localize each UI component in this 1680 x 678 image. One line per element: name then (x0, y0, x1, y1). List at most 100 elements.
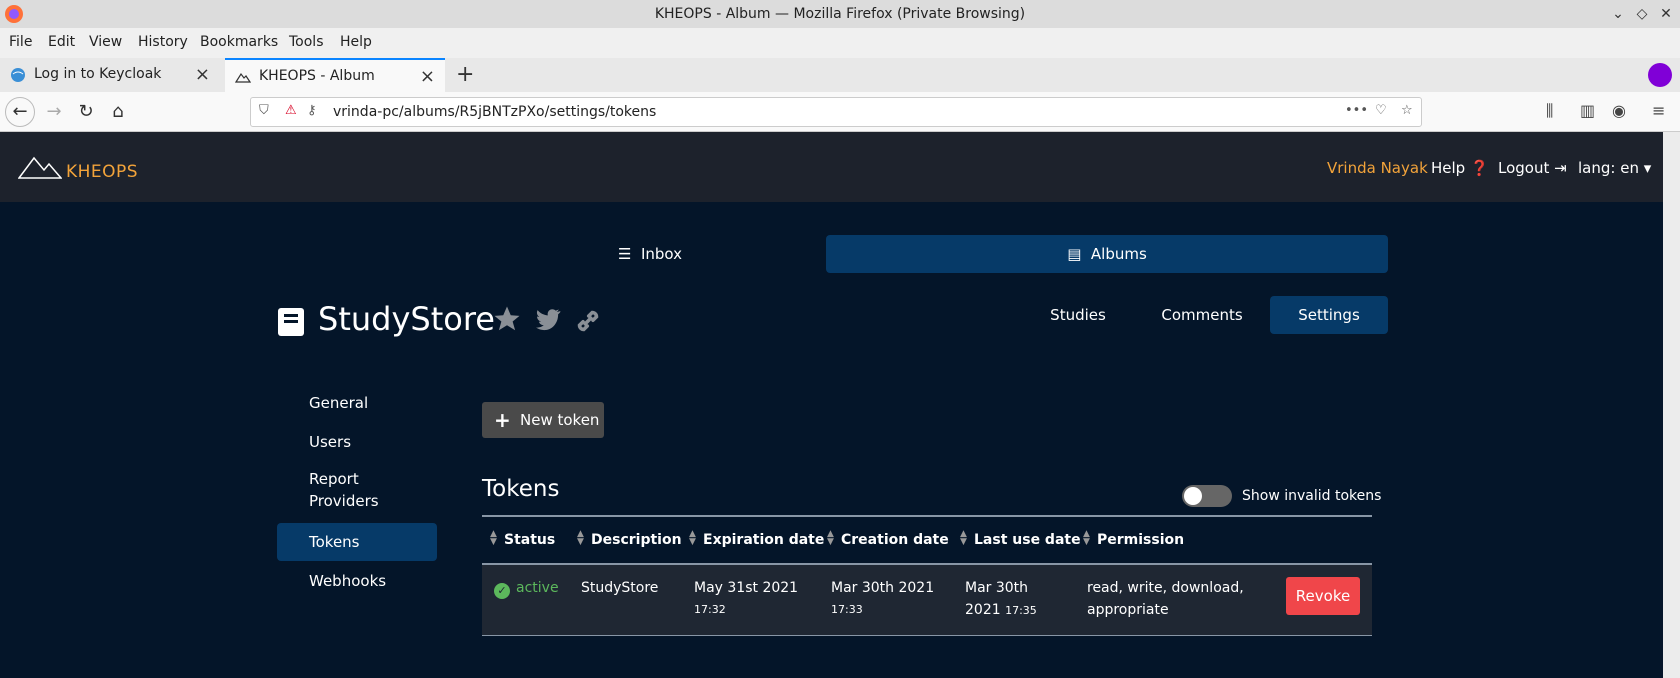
new-tab-icon[interactable]: + (456, 62, 474, 87)
revoke-button[interactable]: Revoke (1286, 577, 1360, 615)
menu-edit[interactable]: Edit (48, 34, 75, 50)
last-use-time: 17:35 (1005, 604, 1037, 617)
close-icon[interactable]: × (420, 66, 435, 87)
maximize-icon[interactable]: ◇ (1632, 4, 1652, 24)
close-icon[interactable]: × (195, 64, 210, 85)
pocket-icon[interactable]: ♡ (1375, 103, 1387, 118)
menu-bar: File Edit View History Bookmarks Tools H… (0, 28, 1680, 58)
star-icon[interactable] (492, 304, 522, 334)
window-title: KHEOPS - Album — Mozilla Firefox (Privat… (654, 6, 1026, 22)
column-header-label: Description (591, 532, 682, 548)
column-header-label: Permission (1097, 532, 1185, 548)
book-icon: ▤ (1067, 245, 1082, 263)
back-icon[interactable]: ← (5, 97, 35, 127)
language-dropdown[interactable]: lang: en ▾ (1578, 159, 1651, 177)
column-header-expiration-date[interactable]: ▲ ▼ Expiration date (689, 530, 824, 549)
sign-out-icon: ⇥ (1554, 159, 1567, 177)
column-header-label: Last use date (974, 532, 1081, 548)
menu-file[interactable]: File (9, 34, 32, 50)
column-header-description[interactable]: ▲ ▼ Description (577, 530, 682, 549)
menu-tools[interactable]: Tools (289, 34, 324, 50)
user-name-link[interactable]: Vrinda Nayak (1327, 159, 1428, 177)
mountain-icon (235, 72, 251, 83)
sort-icon: ▲ ▼ (689, 529, 696, 547)
toggle-knob (1184, 487, 1202, 505)
column-header-last-use-date[interactable]: ▲ ▼ Last use date (960, 530, 1081, 549)
expiration-cell: May 31st 2021 17:32 (694, 577, 798, 621)
subtab-studies[interactable]: Studies (1033, 296, 1123, 334)
menu-help[interactable]: Help (340, 34, 372, 50)
show-invalid-label[interactable]: Show invalid tokens (1242, 488, 1381, 504)
insecure-icon[interactable]: ⚠ (285, 103, 297, 118)
tab-kheops-album[interactable]: KHEOPS - Album × (225, 58, 445, 92)
expiration-time: 17:32 (694, 603, 726, 616)
account-icon[interactable]: ◉ (1612, 101, 1626, 120)
sidebar-item-tokens[interactable]: Tokens (277, 523, 437, 561)
sidebar-item-report-providers[interactable]: Report Providers (277, 468, 407, 512)
new-token-label: New token (520, 411, 600, 429)
logout-label: Logout (1498, 159, 1550, 177)
more-icon[interactable]: ••• (1345, 103, 1368, 118)
sidebar-item-users[interactable]: Users (277, 431, 437, 453)
help-label: Help (1431, 159, 1466, 177)
page-scrollbar[interactable] (1663, 132, 1680, 678)
tokens-heading: Tokens (482, 476, 560, 502)
column-header-permission[interactable]: ▲ ▼ Permission (1083, 530, 1185, 549)
main-content: ☰ Inbox ▤ Albums StudyStore Studies Comm… (0, 202, 1663, 678)
shield-icon[interactable]: ⛉ (259, 103, 269, 118)
sort-icon: ▲ ▼ (1083, 529, 1090, 547)
subtab-comments[interactable]: Comments (1148, 296, 1256, 334)
reload-icon[interactable]: ↻ (72, 98, 100, 126)
creation-time: 17:33 (831, 603, 863, 616)
hamburger-menu-icon[interactable]: ≡ (1652, 101, 1665, 120)
show-invalid-toggle[interactable] (1182, 485, 1232, 507)
tab-albums[interactable]: ▤ Albums (826, 235, 1388, 273)
window-titlebar: KHEOPS - Album — Mozilla Firefox (Privat… (0, 0, 1680, 28)
new-token-button[interactable]: + New token (482, 402, 604, 438)
status-text: active (516, 580, 559, 596)
sort-icon: ▲ ▼ (960, 529, 967, 547)
sort-icon: ▲ ▼ (827, 529, 834, 547)
bars-icon: ☰ (617, 245, 632, 263)
menu-bookmarks[interactable]: Bookmarks (200, 34, 278, 50)
check-circle-icon: ✓ (494, 583, 510, 599)
menu-history[interactable]: History (138, 34, 188, 50)
key-icon[interactable]: ⚷ (307, 103, 317, 118)
tab-albums-label: Albums (1090, 245, 1147, 263)
help-link[interactable]: Help ❓ (1431, 159, 1489, 177)
column-header-status[interactable]: ▲ ▼ Status (490, 530, 556, 549)
sort-icon: ▲ ▼ (490, 529, 497, 547)
app-header: KHEOPS Vrinda Nayak Help ❓ Logout ⇥ lang… (0, 132, 1663, 202)
navigation-bar: ← → ↻ ⌂ ⛉ ⚠ ⚷ vrinda-pc/albums/R5jBNTzPX… (0, 92, 1680, 132)
album-title: StudyStore (318, 300, 495, 338)
column-header-label: Status (504, 532, 556, 548)
minimize-icon[interactable]: ⌄ (1608, 4, 1628, 24)
logo-text[interactable]: KHEOPS (66, 162, 138, 182)
close-window-icon[interactable]: ✕ (1656, 4, 1676, 24)
column-header-label: Creation date (841, 532, 949, 548)
sidebar-icon[interactable]: ▥ (1580, 101, 1595, 120)
kheops-logo-icon[interactable] (18, 154, 62, 180)
sidebar-item-general[interactable]: General (277, 392, 437, 414)
tab-inbox[interactable]: ☰ Inbox (480, 235, 820, 273)
library-icon[interactable]: ⫼ (1546, 101, 1553, 121)
bookmark-star-icon[interactable]: ☆ (1401, 103, 1413, 118)
subtab-settings[interactable]: Settings (1270, 296, 1388, 334)
menu-view[interactable]: View (89, 34, 122, 50)
column-header-creation-date[interactable]: ▲ ▼ Creation date (827, 530, 949, 549)
tab-keycloak[interactable]: Log in to Keycloak × (0, 58, 220, 92)
link-icon[interactable] (571, 304, 605, 338)
url-text[interactable]: vrinda-pc/albums/R5jBNTzPXo/settings/tok… (333, 104, 656, 120)
forward-icon[interactable]: → (40, 98, 68, 126)
table-row: ✓ active StudyStore May 31st 2021 17:32 M… (482, 565, 1372, 636)
tab-label: KHEOPS - Album (259, 68, 375, 84)
sidebar-item-webhooks[interactable]: Webhooks (277, 570, 437, 592)
twitter-icon[interactable] (531, 304, 563, 334)
status-cell: ✓ active (494, 577, 559, 599)
description-cell: StudyStore (581, 580, 659, 596)
private-browsing-icon (1648, 63, 1672, 87)
logout-link[interactable]: Logout ⇥ (1498, 159, 1567, 177)
url-bar[interactable]: ⛉ ⚠ ⚷ vrinda-pc/albums/R5jBNTzPXo/settin… (250, 97, 1422, 127)
home-icon[interactable]: ⌂ (104, 98, 132, 126)
globe-icon (11, 68, 25, 82)
